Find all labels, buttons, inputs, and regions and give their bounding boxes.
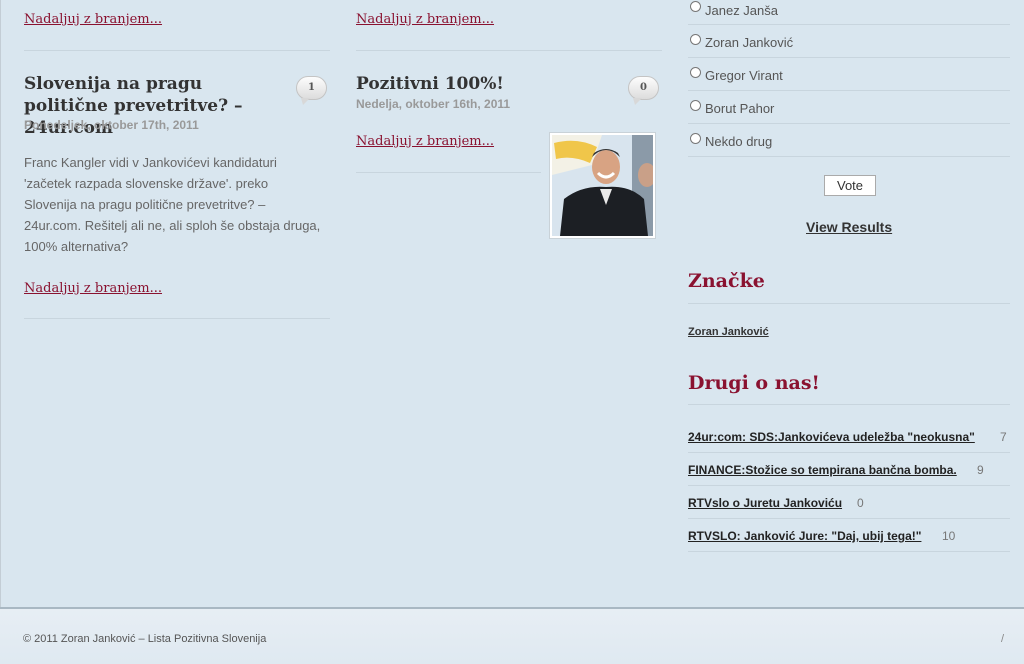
comment-count-bubble[interactable]: 0 bbox=[628, 76, 659, 105]
post-thumbnail[interactable] bbox=[549, 132, 656, 239]
page: Nadaljuj z branjem... Slovenija na pragu… bbox=[0, 0, 1024, 608]
radio-button[interactable] bbox=[690, 100, 701, 111]
external-link-item: RTVSLO: Janković Jure: "Daj, ubij tega!"… bbox=[688, 519, 1010, 552]
link-count: 0 bbox=[857, 496, 864, 510]
view-results-link[interactable]: View Results bbox=[806, 219, 892, 235]
external-link[interactable]: FINANCE:Stožice so tempirana bančna bomb… bbox=[688, 463, 957, 477]
divider bbox=[356, 50, 662, 51]
read-more-link[interactable]: Nadaljuj z branjem... bbox=[24, 281, 162, 296]
portrait-image bbox=[552, 135, 653, 236]
poll-option[interactable]: Borut Pahor bbox=[688, 91, 1010, 124]
radio-button[interactable] bbox=[690, 133, 701, 144]
radio-button[interactable] bbox=[690, 67, 701, 78]
post-date: Nedelja, oktober 16th, 2011 bbox=[356, 97, 511, 111]
link-count: 9 bbox=[977, 463, 984, 477]
divider bbox=[356, 172, 541, 173]
poll-option-label: Zoran Janković bbox=[705, 35, 794, 50]
poll-option[interactable]: Nekdo drug bbox=[688, 124, 1010, 157]
tags-widget-title: Značke bbox=[688, 270, 765, 292]
tag-link[interactable]: Zoran Janković bbox=[688, 326, 769, 338]
link-count: 10 bbox=[942, 529, 956, 543]
divider bbox=[688, 303, 1010, 304]
poll-option-label: Nekdo drug bbox=[705, 134, 773, 149]
divider bbox=[24, 50, 330, 51]
poll-option[interactable]: Zoran Janković bbox=[688, 25, 1010, 58]
footer: © 2011 Zoran Janković – Lista Pozitivna … bbox=[0, 607, 1024, 664]
radio-button[interactable] bbox=[690, 1, 701, 12]
links-widget-title: Drugi o nas! bbox=[688, 372, 820, 394]
poll-option[interactable]: Janez Janša bbox=[688, 0, 1010, 25]
footer-separator: / bbox=[1000, 633, 1004, 645]
post-title[interactable]: Pozitivni 100%! bbox=[356, 73, 504, 95]
divider bbox=[24, 318, 330, 319]
link-count: 7 bbox=[1000, 430, 1007, 444]
divider bbox=[688, 404, 1010, 405]
external-link[interactable]: 24ur:com: SDS:Jankovićeva udeležba "neok… bbox=[688, 430, 975, 444]
poll-option-label: Borut Pahor bbox=[705, 101, 775, 116]
radio-button[interactable] bbox=[690, 34, 701, 45]
poll-option-label: Janez Janša bbox=[705, 3, 778, 18]
read-more-link[interactable]: Nadaljuj z branjem... bbox=[24, 12, 162, 27]
post-excerpt: Franc Kangler vidi v Jankovićevi kandida… bbox=[24, 155, 321, 254]
external-link-item: 24ur:com: SDS:Jankovićeva udeležba "neok… bbox=[688, 420, 1010, 453]
read-more-link[interactable]: Nadaljuj z branjem... bbox=[356, 134, 494, 149]
comment-count-bubble[interactable]: 1 bbox=[296, 76, 327, 105]
vote-button[interactable]: Vote bbox=[824, 175, 876, 196]
copyright-text: © 2011 Zoran Janković – Lista Pozitivna … bbox=[23, 633, 267, 645]
read-more-link[interactable]: Nadaljuj z branjem... bbox=[356, 12, 494, 27]
external-link[interactable]: RTVslo o Juretu Jankoviću bbox=[688, 496, 842, 510]
poll-option-label: Gregor Virant bbox=[705, 68, 783, 83]
post-date: Ponedeljek, oktober 17th, 2011 bbox=[24, 118, 199, 132]
external-link-item: RTVslo o Juretu Jankoviću 0 bbox=[688, 486, 1010, 519]
external-link-item: FINANCE:Stožice so tempirana bančna bomb… bbox=[688, 453, 1010, 486]
poll-option[interactable]: Gregor Virant bbox=[688, 58, 1010, 91]
external-link[interactable]: RTVSLO: Janković Jure: "Daj, ubij tega!" bbox=[688, 529, 921, 543]
